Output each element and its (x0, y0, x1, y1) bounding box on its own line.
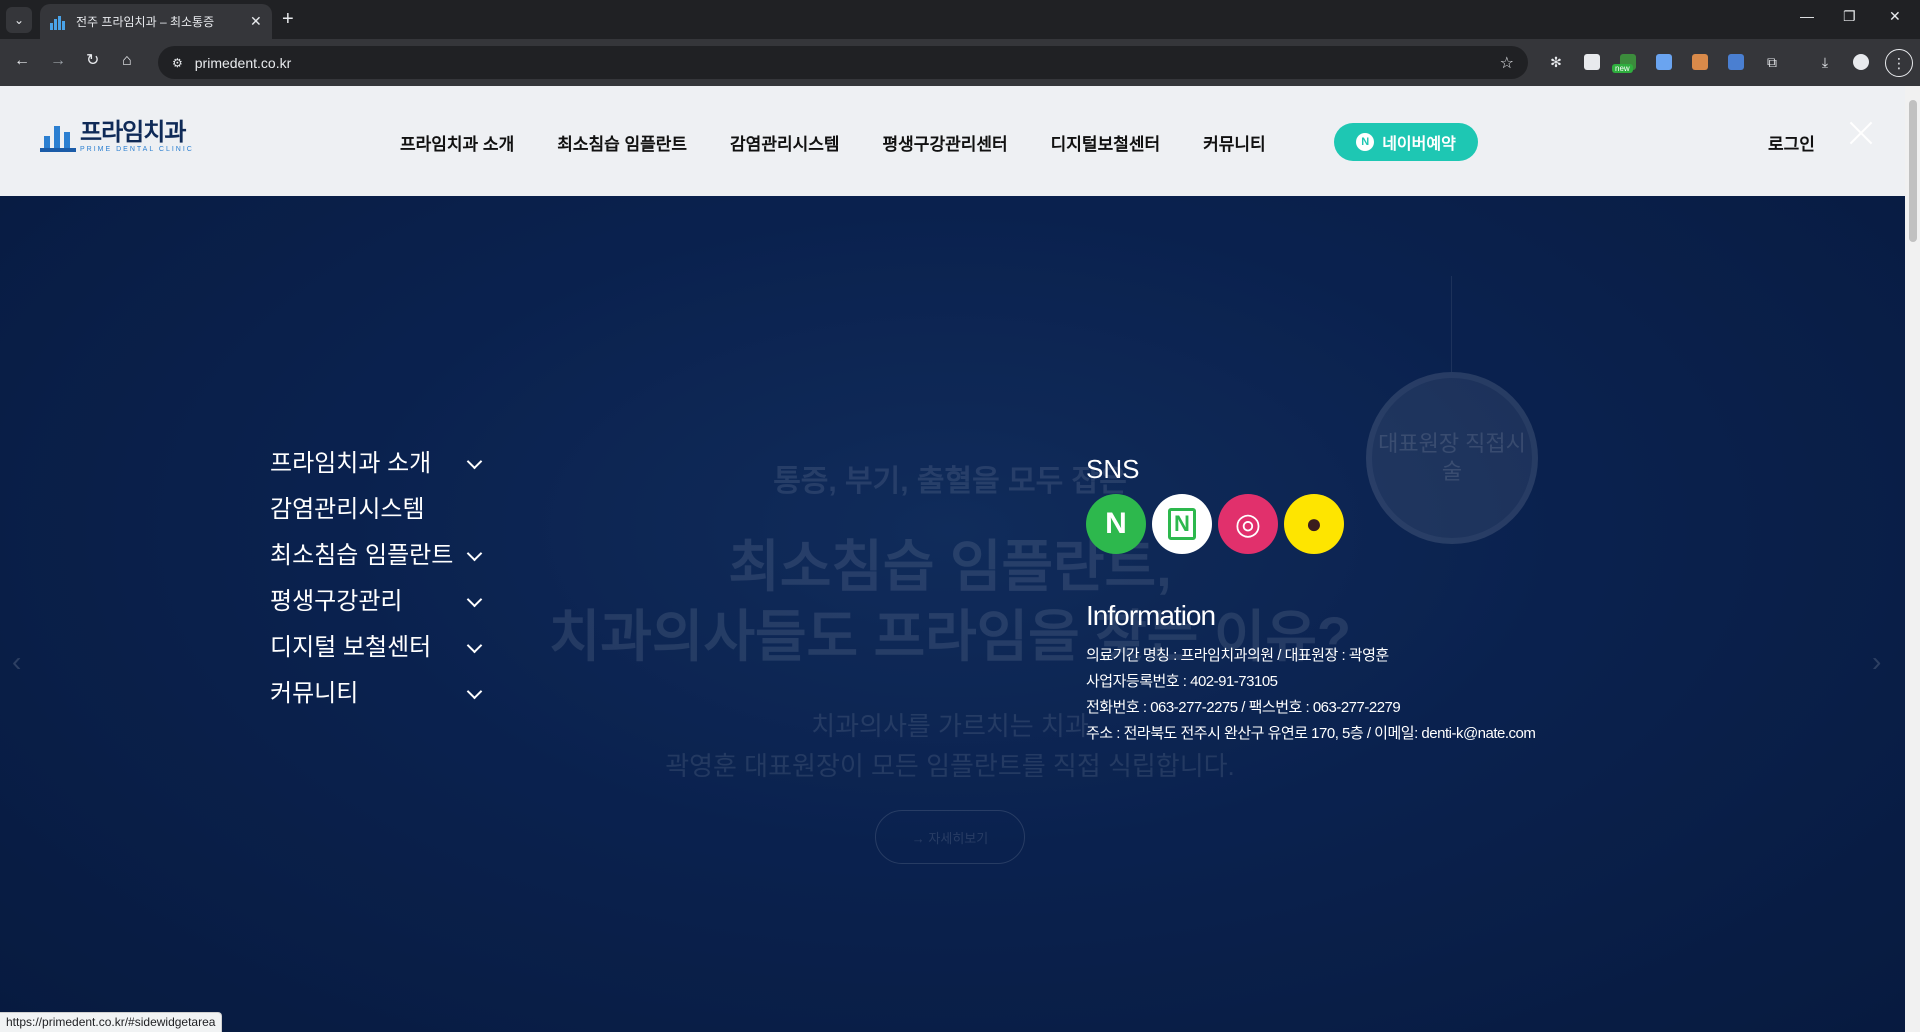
nav-implant[interactable]: 최소침습 임플란트 (557, 130, 687, 155)
extension-react-icon[interactable]: ✻ (1545, 51, 1567, 73)
tab-title: 전주 프라임치과 – 최소통증 (76, 15, 215, 29)
extension-book-icon[interactable] (1653, 51, 1675, 73)
chevron-down-icon[interactable] (466, 637, 483, 654)
home-icon[interactable]: ⌂ (122, 51, 132, 71)
web-page: 통증, 부기, 출혈을 모두 잡은 최소침습 임플란트, 치과의사들도 프라임을… (0, 86, 1905, 1032)
info-address-email: 주소 : 전라북도 전주시 완산구 유연로 170, 5층 / 이메일: den… (1086, 725, 1536, 742)
browser-menu-icon[interactable]: ⋮ (1885, 49, 1913, 77)
slider-next-icon[interactable]: › (1872, 646, 1881, 678)
hero-subtitle: 통증, 부기, 출혈을 모두 잡은 (773, 465, 1127, 498)
reload-icon[interactable]: ↻ (86, 51, 99, 71)
browser-toolbar: ← → ↻ ⌂ ⚙ primedent.co.kr ☆ ✻ ⧉ ⤓ (0, 39, 1920, 86)
logo-bars-icon (40, 120, 76, 152)
instagram-icon[interactable]: ◎ (1218, 494, 1278, 554)
doctor-badge: 대표원장 직접시술 (1366, 372, 1538, 544)
window-close-icon[interactable]: ✕ (1889, 8, 1901, 25)
tab-search-icon[interactable]: ⌄ (6, 7, 32, 33)
side-panel-close-icon[interactable] (1848, 120, 1874, 146)
chevron-down-icon[interactable] (466, 453, 483, 470)
address-bar[interactable]: ⚙ primedent.co.kr ☆ (158, 46, 1528, 79)
side-menu-item-oral-care[interactable]: 평생구강관리 (270, 584, 483, 630)
side-menu-label: 평생구강관리 (270, 588, 403, 615)
naver-icon: N (1356, 133, 1375, 151)
side-menu-item-implant[interactable]: 최소침습 임플란트 (270, 538, 483, 584)
side-menu-item-about[interactable]: 프라임치과 소개 (270, 446, 483, 492)
side-menu-item-community[interactable]: 커뮤니티 (270, 676, 483, 722)
extensions-puzzle-icon[interactable]: ⧉ (1761, 51, 1783, 73)
tab-close-icon[interactable]: ✕ (250, 13, 262, 30)
forward-icon[interactable]: → (50, 51, 66, 71)
chevron-down-icon[interactable] (466, 683, 483, 700)
site-logo[interactable]: 프라임치과 PRIME DENTAL CLINIC (40, 120, 194, 153)
browser-tab[interactable]: 전주 프라임치과 – 최소통증 ✕ (40, 4, 272, 39)
browser-tab-bar: ⌄ 전주 프라임치과 – 최소통증 ✕ + — ❐ ✕ (0, 0, 1920, 39)
extension-new-badge: new (1612, 64, 1633, 73)
information-heading: Information (1086, 600, 1216, 631)
new-tab-icon[interactable]: + (282, 8, 294, 30)
side-menu-label: 커뮤니티 (270, 680, 359, 707)
kakao-icon[interactable]: ● (1284, 494, 1344, 554)
page-scrollbar[interactable] (1905, 86, 1920, 1032)
extension-notion-icon[interactable] (1725, 51, 1747, 73)
site-info-icon[interactable]: ⚙ (172, 56, 183, 70)
naver-booking-button[interactable]: N 네이버예약 (1334, 123, 1478, 161)
info-clinic-name: 의료기간 명칭 : 프라임치과의원 / 대표원장 : 곽영훈 (1086, 647, 1389, 664)
site-favicon-icon (50, 14, 66, 30)
nav-about[interactable]: 프라임치과 소개 (400, 130, 514, 155)
chevron-down-icon[interactable] (466, 591, 483, 608)
side-menu-label: 최소침습 임플란트 (270, 542, 454, 569)
sns-heading: SNS (1086, 454, 1140, 484)
nav-infection-control[interactable]: 감염관리시스템 (730, 130, 839, 155)
login-link[interactable]: 로그인 (1768, 130, 1815, 155)
sns-list: N N ◎ ● (1086, 494, 1344, 554)
hero-more-button[interactable]: → 자세히보기 (875, 810, 1025, 864)
nav-digital-prosthesis[interactable]: 디지털보철센터 (1051, 130, 1160, 155)
extension-printer-icon[interactable] (1689, 51, 1711, 73)
logo-subtext: PRIME DENTAL CLINIC (80, 146, 194, 153)
site-header: 프라임치과 PRIME DENTAL CLINIC 프라임치과 소개 최소침습 … (0, 86, 1905, 196)
extension-shield-icon[interactable] (1581, 51, 1603, 73)
slider-prev-icon[interactable]: ‹ (12, 646, 21, 678)
download-icon[interactable]: ⤓ (1814, 51, 1836, 73)
side-menu: 프라임치과 소개 감염관리시스템 최소침습 임플란트 평생구강관리 디지털 보철… (270, 446, 483, 722)
profile-avatar-icon[interactable] (1850, 51, 1872, 73)
naver-blog-icon[interactable]: N (1086, 494, 1146, 554)
nav-community[interactable]: 커뮤니티 (1203, 130, 1266, 155)
main-navigation: 프라임치과 소개 최소침습 임플란트 감염관리시스템 평생구강관리센터 디지털보… (400, 130, 1309, 155)
naver-booking-label: 네이버예약 (1382, 136, 1456, 153)
naver-booking-icon[interactable]: N (1152, 494, 1212, 554)
badge-string (1451, 276, 1452, 372)
info-business-number: 사업자등록번호 : 402-91-73105 (1086, 673, 1278, 690)
hero-desc-line2: 곽영훈 대표원장이 모든 임플란트를 직접 식립합니다. (665, 751, 1235, 781)
logo-text: 프라임치과 (80, 119, 186, 146)
scrollbar-thumb[interactable] (1909, 100, 1917, 242)
side-menu-label: 디지털 보철센터 (270, 634, 432, 661)
restore-icon[interactable]: ❐ (1843, 8, 1856, 25)
chevron-down-icon[interactable] (466, 545, 483, 562)
nav-oral-care[interactable]: 평생구강관리센터 (883, 130, 1008, 155)
bookmark-star-icon[interactable]: ☆ (1500, 53, 1514, 73)
side-menu-label: 프라임치과 소개 (270, 450, 432, 477)
side-menu-item-infection[interactable]: 감염관리시스템 (270, 492, 480, 538)
info-phone-fax: 전화번호 : 063-277-2275 / 팩스번호 : 063-277-227… (1086, 699, 1401, 716)
back-icon[interactable]: ← (14, 51, 30, 71)
minimize-icon[interactable]: — (1800, 8, 1814, 24)
status-bar-url: https://primedent.co.kr/#sidewidgetarea (0, 1012, 223, 1032)
url-text: primedent.co.kr (194, 54, 292, 71)
side-menu-label: 감염관리시스템 (270, 496, 425, 523)
side-menu-item-digital[interactable]: 디지털 보철센터 (270, 630, 483, 676)
